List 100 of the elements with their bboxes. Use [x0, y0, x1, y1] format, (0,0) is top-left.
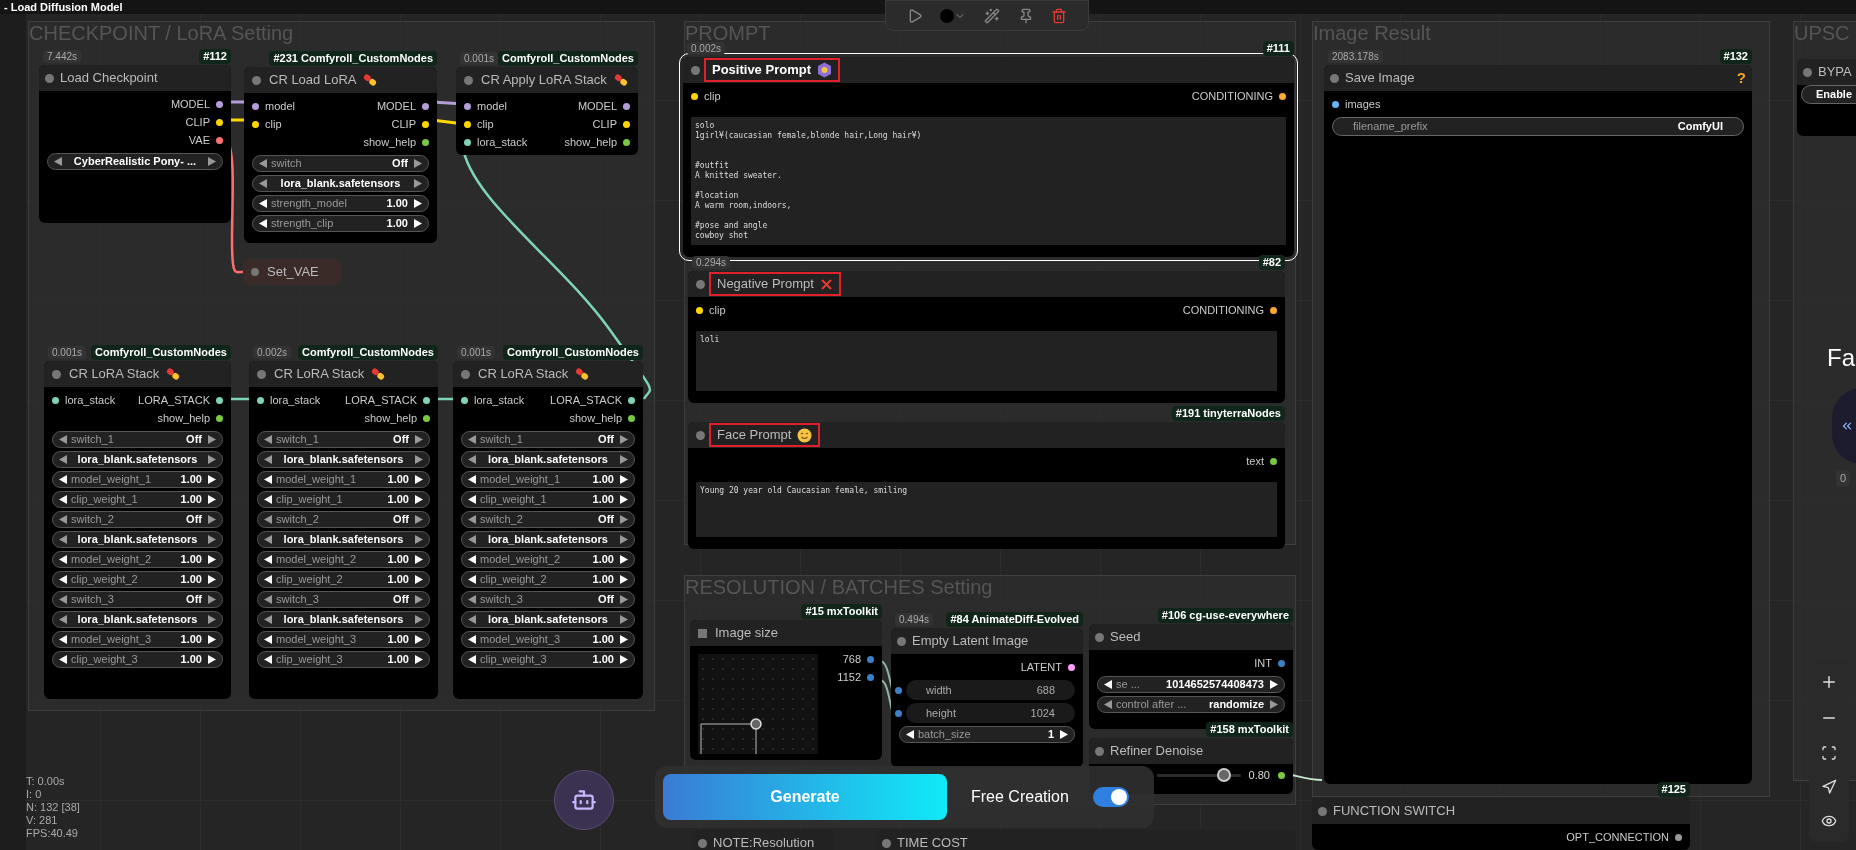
combo-widget[interactable]: switch_2 Off — [257, 511, 430, 528]
left-arrow-icon[interactable] — [59, 555, 67, 564]
right-arrow-icon[interactable] — [620, 555, 628, 564]
node-panel[interactable]: Negative Prompt clip CONDITIONING loli — [688, 271, 1285, 403]
right-arrow-icon[interactable] — [415, 635, 423, 644]
right-arrow-icon[interactable] — [620, 435, 628, 444]
left-arrow-icon[interactable] — [468, 515, 476, 524]
right-arrow-icon[interactable] — [620, 455, 628, 464]
left-arrow-icon[interactable] — [264, 455, 272, 464]
combo-widget[interactable]: lora_blank.safetensors — [461, 451, 635, 468]
left-arrow-icon[interactable] — [264, 515, 272, 524]
set-node[interactable]: Set_VAE — [243, 259, 341, 285]
number-widget[interactable]: clip_weight_3 1.00 — [52, 651, 223, 668]
number-widget[interactable]: model_weight_3 1.00 — [257, 631, 430, 648]
right-arrow-icon[interactable] — [620, 595, 628, 604]
right-arrow-icon[interactable] — [415, 575, 423, 584]
left-arrow-icon[interactable] — [1104, 680, 1112, 689]
right-arrow-icon[interactable] — [208, 435, 216, 444]
left-arrow-icon[interactable] — [264, 575, 272, 584]
number-widget[interactable]: clip_weight_1 1.00 — [52, 491, 223, 508]
right-arrow-icon[interactable] — [414, 159, 422, 168]
prompt-textarea[interactable]: Young 20 year old Caucasian female, smiling — [696, 482, 1277, 537]
left-arrow-icon[interactable] — [468, 595, 476, 604]
node-header[interactable]: Image size — [690, 620, 882, 646]
node-panel[interactable] — [453, 361, 643, 699]
left-arrow-icon[interactable] — [54, 157, 62, 166]
left-arrow-icon[interactable] — [468, 655, 476, 664]
node-header[interactable]: FUNCTION SWITCH — [1312, 798, 1690, 824]
combo-widget[interactable]: lora_blank.safetensors — [252, 175, 429, 192]
right-arrow-icon[interactable] — [620, 495, 628, 504]
number-widget[interactable]: strength_model 1.00 — [252, 195, 429, 212]
node-panel[interactable] — [249, 361, 438, 699]
number-widget[interactable]: model_weight_2 1.00 — [461, 551, 635, 568]
combo-widget[interactable]: switch Off — [252, 155, 429, 172]
left-arrow-icon[interactable] — [264, 595, 272, 604]
number-widget[interactable]: clip_weight_2 1.00 — [461, 571, 635, 588]
combo-widget[interactable]: CyberRealistic Pony- ... — [47, 153, 223, 170]
eye-icon[interactable] — [1821, 813, 1837, 829]
left-arrow-icon[interactable] — [59, 655, 67, 664]
right-arrow-icon[interactable] — [415, 535, 423, 544]
node-header[interactable]: Seed — [1089, 624, 1293, 650]
combo-widget[interactable]: lora_blank.safetensors — [461, 531, 635, 548]
combo-widget[interactable]: lora_blank.safetensors — [257, 531, 430, 548]
combo-widget[interactable]: lora_blank.safetensors — [461, 611, 635, 628]
left-arrow-icon[interactable] — [1104, 700, 1112, 709]
fit-view-icon[interactable] — [1821, 745, 1837, 761]
right-arrow-icon[interactable] — [208, 555, 216, 564]
combo-widget[interactable]: switch_1 Off — [52, 431, 223, 448]
right-arrow-icon[interactable] — [414, 219, 422, 228]
left-arrow-icon[interactable] — [259, 179, 267, 188]
zoom-in-icon[interactable] — [1820, 673, 1838, 691]
right-arrow-icon[interactable] — [208, 515, 216, 524]
node-panel[interactable]: Load Checkpoint MODEL CLIP VAE CyberRealistic Pony- ... — [39, 65, 231, 223]
right-arrow-icon[interactable] — [208, 635, 216, 644]
node-header[interactable]: Positive Prompt — [683, 57, 1294, 83]
right-arrow-icon[interactable] — [208, 495, 216, 504]
node-header[interactable]: Negative Prompt — [688, 271, 1285, 297]
left-arrow-icon[interactable] — [264, 495, 272, 504]
combo-widget[interactable]: lora_blank.safetensors — [257, 611, 430, 628]
left-arrow-icon[interactable] — [59, 515, 67, 524]
right-arrow-icon[interactable] — [208, 655, 216, 664]
node-header[interactable]: Load Checkpoint — [39, 65, 231, 91]
right-arrow-icon[interactable] — [415, 615, 423, 624]
slider-thumb[interactable] — [1216, 768, 1231, 782]
combo-widget[interactable]: switch_2 Off — [461, 511, 635, 528]
right-arrow-icon[interactable] — [1060, 730, 1068, 739]
left-arrow-icon[interactable] — [59, 495, 67, 504]
node-panel[interactable]: NOTE:Resolution — [692, 830, 834, 850]
node-panel[interactable]: TIME COST — [876, 830, 1296, 850]
left-arrow-icon[interactable] — [468, 495, 476, 504]
left-arrow-icon[interactable] — [59, 455, 67, 464]
node-header[interactable]: CR Apply LoRA Stack — [456, 67, 638, 93]
node-panel[interactable]: Face Prompt text Young 20 year old Caucasian female, smiling — [688, 422, 1285, 549]
right-arrow-icon[interactable] — [415, 655, 423, 664]
node-panel[interactable]: Save Image ? images filename_prefix ComfyUI — [1324, 65, 1752, 784]
node-panel[interactable]: Image size 768 1152 — [690, 620, 882, 760]
number-widget[interactable]: se ... 1014652574408473 — [1097, 676, 1285, 693]
left-arrow-icon[interactable] — [468, 575, 476, 584]
text-field[interactable]: filename_prefix ComfyUI — [1332, 117, 1744, 136]
left-arrow-icon[interactable] — [264, 555, 272, 564]
number-widget[interactable]: model_weight_2 1.00 — [52, 551, 223, 568]
combo-widget[interactable]: lora_blank.safetensors — [52, 531, 223, 548]
left-arrow-icon[interactable] — [59, 635, 67, 644]
number-widget[interactable]: model_weight_1 1.00 — [461, 471, 635, 488]
right-arrow-icon[interactable] — [415, 555, 423, 564]
left-arrow-icon[interactable] — [906, 730, 914, 739]
combo-widget[interactable]: switch_3 Off — [461, 591, 635, 608]
combo-widget[interactable]: switch_3 Off — [257, 591, 430, 608]
input-field[interactable]: width 688 — [906, 680, 1075, 700]
number-widget[interactable]: model_weight_3 1.00 — [52, 631, 223, 648]
number-widget[interactable]: model_weight_2 1.00 — [257, 551, 430, 568]
node-panel[interactable] — [44, 361, 231, 699]
node-header[interactable]: CR Load LoRA — [244, 67, 437, 93]
number-widget[interactable]: clip_weight_3 1.00 — [461, 651, 635, 668]
left-arrow-icon[interactable] — [59, 475, 67, 484]
left-arrow-icon[interactable] — [468, 635, 476, 644]
number-widget[interactable]: batch_size 1 — [899, 726, 1075, 743]
right-arrow-icon[interactable] — [1270, 700, 1278, 709]
right-arrow-icon[interactable] — [415, 455, 423, 464]
left-arrow-icon[interactable] — [264, 535, 272, 544]
